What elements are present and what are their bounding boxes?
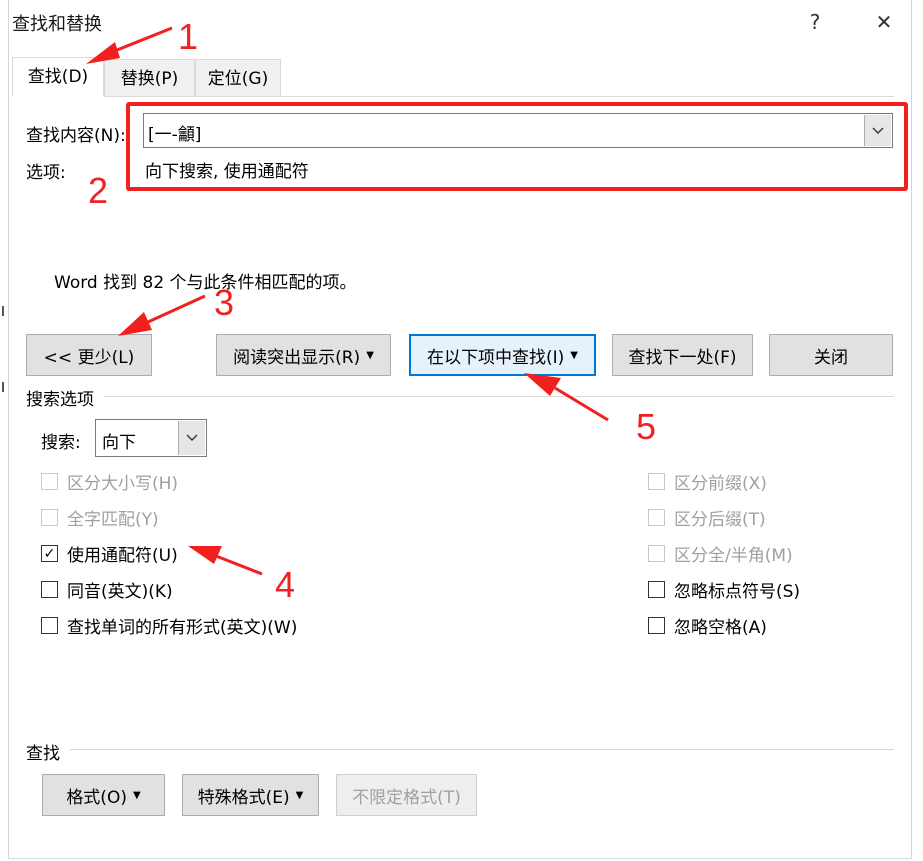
annotation-arrowhead-1 bbox=[86, 42, 120, 64]
annotation-arrowhead-5 bbox=[524, 373, 561, 396]
annotation-arrow-1 bbox=[111, 26, 173, 54]
annotation-number-5: 5 bbox=[636, 406, 657, 447]
annotation-arrow-4 bbox=[215, 554, 263, 576]
annotation-arrows bbox=[86, 26, 609, 576]
annotation-number-1: 1 bbox=[178, 16, 199, 57]
annotation-number-3: 3 bbox=[214, 282, 235, 323]
annotation-arrow-5 bbox=[554, 386, 609, 422]
annotation-number-4: 4 bbox=[275, 564, 296, 605]
annotation-number-2: 2 bbox=[88, 170, 109, 211]
annotation-arrow-3 bbox=[147, 294, 206, 324]
annotation-arrowhead-4 bbox=[188, 546, 222, 564]
annotation-arrowhead-3 bbox=[118, 312, 152, 336]
